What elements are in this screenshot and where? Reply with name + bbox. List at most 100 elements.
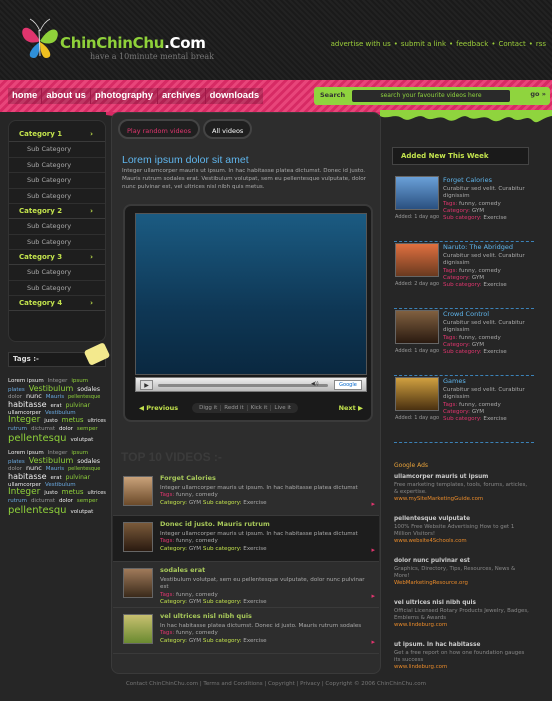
search-go-button[interactable]: go » — [530, 90, 546, 98]
advertise-link[interactable]: advertise with us — [331, 40, 391, 48]
category-2[interactable]: Category 2 › — [9, 204, 105, 219]
category-3[interactable]: Category 3 › — [9, 250, 105, 265]
google-button[interactable]: Google — [334, 380, 362, 390]
ad-url[interactable]: www.mySiteMarketingGuide.com — [394, 496, 529, 503]
video-title[interactable]: Forget Calories — [160, 474, 216, 482]
tag-link[interactable]: Integer — [8, 487, 40, 497]
added-thumbnail[interactable] — [395, 310, 439, 344]
ad-item[interactable]: dolor nunc pulvinar est Graphics, Directo… — [394, 558, 529, 587]
added-thumbnail[interactable] — [395, 176, 439, 210]
ad-item[interactable]: ullamcorper mauris ut ipsum Free marketin… — [394, 474, 529, 503]
video-thumbnail[interactable] — [123, 522, 153, 552]
added-title[interactable]: Naruto: The Abridged — [443, 243, 513, 251]
next-button[interactable]: Next ▶ — [339, 404, 363, 412]
video-row[interactable]: sodales erat Vestibulum volutpat, sem eu … — [113, 562, 379, 608]
tag-link[interactable]: plates — [8, 387, 25, 393]
ad-url[interactable]: WebMarketingResource.org — [394, 580, 529, 587]
subcategory-item[interactable]: Sub Category — [9, 158, 105, 173]
tab-play-random[interactable]: Play random videos — [118, 119, 201, 139]
video-thumbnail[interactable] — [123, 476, 153, 506]
tag-link[interactable]: habitasse — [8, 400, 47, 409]
tag-link[interactable]: justo — [44, 490, 57, 496]
video-thumbnail[interactable] — [123, 568, 153, 598]
added-thumbnail[interactable] — [395, 377, 439, 411]
search-input[interactable]: search your favourite videos here — [352, 90, 510, 102]
tag-link[interactable]: volutpat — [70, 509, 93, 515]
tag-link[interactable]: pulvinar — [66, 402, 90, 409]
nav-about[interactable]: about us — [42, 88, 91, 104]
tag-link[interactable]: Mauris — [46, 394, 64, 400]
category-4[interactable]: Category 4 › — [9, 296, 105, 311]
tag-link[interactable]: pellentesqu — [8, 505, 67, 516]
tag-link[interactable]: pellentesque — [68, 466, 100, 473]
category-1[interactable]: Category 1 › — [9, 127, 105, 142]
ad-title[interactable]: ut ipsum. In hac habitasse — [394, 642, 529, 650]
live-button[interactable]: Live it — [271, 405, 294, 411]
ad-title[interactable]: dolor nunc pulvinar est — [394, 558, 529, 566]
video-screen[interactable] — [135, 213, 367, 375]
tag-link[interactable]: ipsum — [71, 378, 88, 384]
added-title[interactable]: Games — [443, 377, 466, 385]
tag-link[interactable]: pellentesque — [68, 394, 100, 401]
video-row[interactable]: vel ultrices nisl nibh quis In hac habita… — [113, 608, 379, 654]
kick-button[interactable]: Kick it — [248, 405, 272, 411]
ad-item[interactable]: vel ultrices nisl nibh quis Official Lice… — [394, 600, 529, 629]
tag-link[interactable]: dolor — [59, 498, 73, 504]
tag-link[interactable]: volutpat — [70, 437, 93, 443]
tag-link[interactable]: habitasse — [8, 472, 47, 481]
video-title[interactable]: Donec id justo. Mauris rutrum — [160, 520, 270, 528]
tag-link[interactable]: metus — [62, 488, 84, 497]
added-item[interactable]: Crowd Control Curabitur sed velit. Curabi… — [394, 306, 534, 376]
tag-link[interactable]: ipsum — [71, 450, 88, 456]
tag-link[interactable]: sodales — [77, 458, 100, 465]
tag-link[interactable]: plates — [8, 459, 25, 465]
ad-item[interactable]: ut ipsum. In hac habitasse Get a free rep… — [394, 642, 529, 671]
volume-icon[interactable]: ◀)) — [311, 381, 333, 389]
nav-photography[interactable]: photography — [90, 88, 158, 104]
tag-link[interactable]: Vestibulum — [45, 410, 76, 416]
logo[interactable]: ChinChinChu.Com have a 10minute mental b… — [18, 16, 228, 66]
tag-link[interactable]: Integer — [8, 415, 40, 425]
subcategory-item[interactable]: Sub Category — [9, 281, 105, 296]
ad-url[interactable]: www.lindeburg.com — [394, 622, 529, 629]
tag-link[interactable]: dictumst — [31, 426, 55, 432]
ad-url[interactable]: www.lindeburg.com — [394, 664, 529, 671]
nav-home[interactable]: home — [8, 88, 43, 104]
video-title[interactable]: sodales erat — [160, 566, 205, 574]
tag-link[interactable]: rutrum — [8, 498, 27, 504]
added-item[interactable]: Naruto: The Abridged Curabitur sed velit.… — [394, 239, 534, 309]
video-row[interactable]: Forget Calories Integer ullamcorper mauri… — [113, 470, 379, 516]
arrow-icon[interactable]: ▸ — [371, 638, 375, 646]
previous-button[interactable]: ◀ Previous — [139, 404, 178, 412]
tab-all-videos[interactable]: All videos — [203, 119, 253, 139]
subcategory-item[interactable]: Sub Category — [9, 235, 105, 250]
feedback-link[interactable]: feedback — [456, 40, 488, 48]
ad-title[interactable]: vel ultrices nisl nibh quis — [394, 600, 529, 608]
tag-link[interactable]: dolor — [59, 426, 73, 432]
ad-item[interactable]: pellentesque vulputate 100% Free Website … — [394, 516, 529, 545]
reddit-button[interactable]: Redd it — [221, 405, 248, 411]
tag-link[interactable]: Vestibulum — [29, 384, 74, 393]
ad-url[interactable]: www.website4Schools.com — [394, 538, 529, 545]
video-title[interactable]: vel ultrices nisl nibh quis — [160, 612, 252, 620]
subcategory-item[interactable]: Sub Category — [9, 189, 105, 204]
tag-link[interactable]: erat — [51, 475, 62, 481]
tag-link[interactable]: sodales — [77, 386, 100, 393]
added-item[interactable]: Games Curabitur sed velit. Curabitur dign… — [394, 373, 534, 443]
video-thumbnail[interactable] — [123, 614, 153, 644]
tag-link[interactable]: dictumst — [31, 498, 55, 504]
digg-button[interactable]: Digg it — [196, 405, 222, 411]
tag-link[interactable]: Vestibulum — [45, 482, 76, 488]
tag-link[interactable]: pulvinar — [66, 474, 90, 481]
subcategory-item[interactable]: Sub Category — [9, 173, 105, 189]
subcategory-item[interactable]: Sub Category — [9, 219, 105, 235]
tag-link[interactable]: rutrum — [8, 426, 27, 432]
submit-link[interactable]: submit a link — [401, 40, 446, 48]
tag-link[interactable]: justo — [44, 418, 57, 424]
seek-bar[interactable] — [158, 384, 328, 387]
video-row[interactable]: Donec id justo. Mauris rutrum Integer ull… — [113, 516, 379, 562]
arrow-icon[interactable]: ▸ — [371, 500, 375, 508]
ad-title[interactable]: ullamcorper mauris ut ipsum — [394, 474, 529, 482]
arrow-icon[interactable]: ▸ — [371, 546, 375, 554]
tag-link[interactable]: ultrices — [88, 490, 106, 497]
